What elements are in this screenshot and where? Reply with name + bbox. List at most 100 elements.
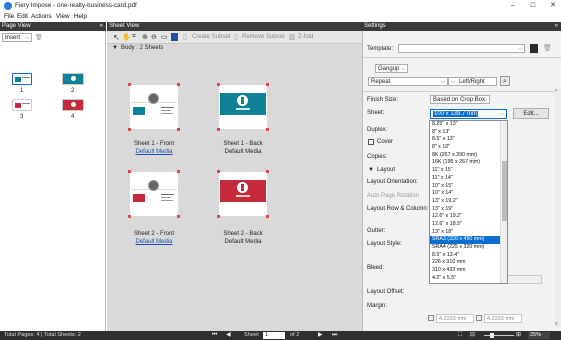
page-thumb-3[interactable] [12, 99, 32, 111]
layout-offset-label: Layout Offset: [367, 289, 405, 295]
sheet-option[interactable]: 8.5" x 13" [430, 136, 507, 144]
body-section-header[interactable]: ▼ Body : 2 Sheets [107, 44, 362, 53]
pointer-icon[interactable]: ↖ [113, 33, 120, 42]
remove-subset-icon: ▯ [234, 34, 238, 41]
trash-icon[interactable]: 🗑 [35, 34, 43, 41]
save-template-icon[interactable] [530, 44, 538, 53]
sheet-option[interactable]: 310 x 432 mm [430, 267, 507, 275]
trash-icon[interactable]: 🗑 [543, 44, 552, 52]
sheet-label: Sheet: [367, 110, 385, 116]
sheet-option[interactable]: 10" x 14" [430, 190, 507, 198]
margin-left-field[interactable]: 4.2333 mm [436, 314, 474, 323]
insert-dropdown[interactable]: Insert ⌵ [2, 33, 32, 42]
page-thumb-2[interactable] [62, 73, 84, 85]
margin-right-icon [476, 315, 482, 321]
first-page-icon[interactable]: ⏮ [212, 331, 217, 340]
sheet-2-front-media-link[interactable]: Default Media [114, 239, 194, 245]
chevron-down-icon: ⌵ [500, 111, 504, 117]
edit-button[interactable]: Edit... [513, 108, 549, 119]
repeat-dropdown[interactable]: Repeat ⌵ [368, 77, 448, 86]
sheet-1-front-media-link[interactable]: Default Media [114, 149, 194, 155]
settings-scrollbar[interactable]: ^ v [555, 89, 561, 327]
sheet-option[interactable]: 8" x 10" [430, 144, 507, 152]
sheet-option[interactable]: 4.2" x 5.5" [430, 275, 507, 283]
zoom-slider[interactable] [484, 335, 514, 336]
zoom-in-icon[interactable]: ⊕ [142, 33, 148, 41]
sheet-toolbar: ↖ ✋ ⌗ ⊕ ⊖ ▭ ▯ Create Subset ▯ Remove Sub… [107, 31, 362, 44]
sheet-option[interactable]: 8" x 13" [430, 129, 507, 137]
sheet-1-front[interactable] [128, 83, 180, 131]
sheet-option[interactable]: 8.5" x 13.4" [430, 252, 507, 260]
sheet-option[interactable]: 13" x 18" [430, 229, 507, 237]
sheet-2-back[interactable] [217, 170, 269, 218]
duplex-label: Duplex: [367, 127, 388, 133]
sheet-option[interactable]: 13" x 19" [430, 206, 507, 214]
crop-icon[interactable]: ⌗ [132, 33, 136, 41]
sheet-option[interactable]: 8.25" x 13" [430, 121, 507, 129]
zfold-button[interactable]: Z-fold [298, 34, 313, 40]
cover-checkbox[interactable] [368, 139, 374, 145]
scroll-up-icon[interactable]: ^ [555, 89, 557, 95]
sheet-option[interactable]: 10" x 15" [430, 183, 507, 191]
orientation-dropdown[interactable]: ⌵ Left/Right [448, 77, 497, 86]
cover-label: Cover [377, 139, 394, 145]
layout-style-label: Layout Style: [367, 241, 402, 247]
menu-actions[interactable]: Actions [31, 13, 52, 20]
sheet-options: 8.25" x 13" 8" x 13" 8.5" x 13" 8" x 10" 8K … [430, 121, 507, 282]
layout-orientation-label: Layout Orientation: [367, 179, 418, 185]
sheet-number-input[interactable]: 1 [263, 332, 285, 339]
finish-size-dropdown[interactable]: Based on Crop Box ⌵ [430, 95, 490, 104]
sheet-dropdown[interactable]: 100 x 139.7 mm ⌵ [430, 109, 507, 119]
fit-icon[interactable]: ⛶ [458, 331, 462, 340]
zoom-out-icon[interactable]: ⊖ [151, 33, 157, 41]
finish-size-label: Finish Size: [367, 97, 399, 103]
hand-icon[interactable]: ✋ [122, 33, 131, 41]
page-label-1: 1 [20, 88, 24, 94]
page-thumb-1[interactable] [12, 73, 32, 85]
sheet-option[interactable]: 11" x 14" [430, 175, 507, 183]
sheet-option[interactable]: 12.6" x 19.2" [430, 213, 507, 221]
menu-view[interactable]: View [56, 13, 70, 20]
search-icon[interactable]: ⌕ [500, 76, 510, 86]
close-button[interactable]: ✕ [548, 1, 558, 11]
zoom-out-small-icon[interactable]: ⊟ [470, 331, 475, 340]
list-scrollbar[interactable] [500, 121, 507, 283]
next-page-icon[interactable]: ▶ [318, 331, 323, 340]
list-scroll-thumb[interactable] [502, 161, 507, 221]
zoom-select[interactable]: 25% [528, 332, 550, 339]
sheet-option[interactable]: 226 x 310 mm [430, 259, 507, 267]
page-icon[interactable]: ▭ [161, 33, 168, 41]
sheet-2-front-label: Sheet 2 - Front [133, 231, 175, 237]
sheet-2-front[interactable] [128, 170, 180, 218]
triangle-down-icon[interactable]: ▼ [368, 167, 374, 173]
maximize-button[interactable]: ☐ [528, 1, 538, 11]
sheet-option[interactable]: 13" x 19.2" [430, 198, 507, 206]
prev-page-icon[interactable]: ◀ [226, 331, 231, 340]
sheet-option[interactable]: 11" x 15" [430, 167, 507, 175]
page-thumb-4[interactable] [62, 99, 84, 111]
last-page-icon[interactable]: ⏭ [332, 331, 337, 340]
sheet-option[interactable]: SRA4 (225 x 320 mm) [430, 244, 507, 252]
remove-subset-button[interactable]: Remove Subset [242, 34, 285, 40]
zoom-in-small-icon[interactable]: ⊞ [516, 331, 521, 340]
menu-help[interactable]: Help [74, 13, 87, 20]
avatar [148, 180, 159, 191]
sheet-options-list[interactable]: 8.25" x 13" 8" x 13" 8.5" x 13" 8" x 10" 8K … [429, 120, 508, 284]
sheet-option[interactable]: 8K (267 x 390 mm) [430, 152, 507, 160]
sheet-option[interactable]: 12.6" x 18.5" [430, 221, 507, 229]
menu-edit[interactable]: Edit [17, 13, 28, 20]
expand-icon[interactable]: » [555, 22, 558, 31]
margin-right-field[interactable]: 4.2333 mm [484, 314, 522, 323]
scroll-down-icon[interactable]: v [555, 321, 558, 327]
zoom-slider-thumb[interactable] [490, 333, 494, 338]
save-view-icon[interactable] [171, 33, 178, 41]
sheet-option[interactable]: 16K (195 x 267 mm) [430, 159, 507, 167]
minimize-button[interactable]: – [508, 1, 518, 11]
sheet-option[interactable]: SRA3 (320 x 450 mm) [430, 236, 507, 244]
gangup-dropdown[interactable]: Gangup ⌵ [375, 64, 408, 73]
template-dropdown[interactable]: ⌵ [398, 44, 525, 53]
menu-file[interactable]: File [4, 13, 14, 20]
collapse-icon[interactable]: « [100, 22, 103, 31]
sheet-1-back[interactable] [217, 83, 269, 131]
create-subset-button[interactable]: Create Subset [192, 34, 230, 40]
